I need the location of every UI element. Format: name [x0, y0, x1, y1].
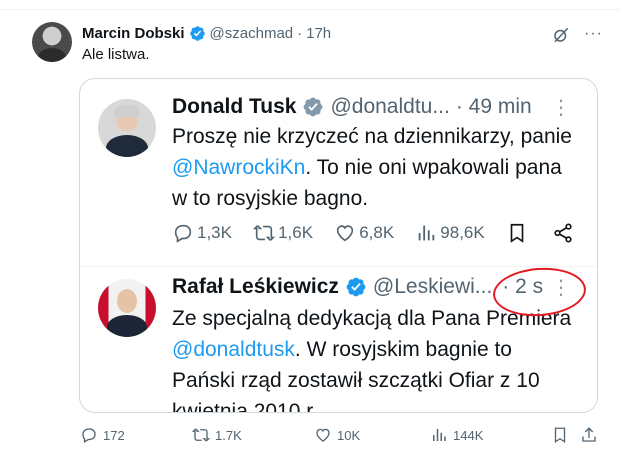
- action-bar: 1,3K 1,6K 6,8K 98,6K: [172, 221, 577, 245]
- like-count: 6,8K: [359, 223, 395, 242]
- avatar[interactable]: [98, 279, 156, 337]
- reply-button[interactable]: 172: [80, 426, 125, 444]
- bookmark-icon: [510, 223, 524, 243]
- heart-icon: [316, 428, 330, 442]
- tweet-text-part: Proszę nie krzyczeć na dziennikarzy, pan…: [172, 125, 572, 148]
- tweet-text: Ale listwa.: [82, 46, 150, 63]
- mention-link[interactable]: @NawrockiKn: [172, 156, 305, 179]
- author-name[interactable]: Donald Tusk: [172, 95, 296, 119]
- bookmark-button[interactable]: [506, 222, 531, 244]
- repost-button[interactable]: 1,6K: [253, 222, 313, 244]
- quote-card[interactable]: Donald Tusk @donaldtu... · 49 min ⋮ Pros…: [79, 78, 598, 413]
- views-button[interactable]: 144K: [430, 426, 483, 444]
- heart-icon: [337, 225, 354, 242]
- author-handle[interactable]: @Leskiewi...: [373, 275, 492, 299]
- avatar[interactable]: [32, 22, 72, 62]
- reply-button[interactable]: 1,3K: [172, 222, 232, 244]
- reply-count: 172: [103, 427, 125, 443]
- share-button[interactable]: [580, 426, 603, 444]
- repost-button[interactable]: 1.7K: [192, 426, 242, 444]
- like-count: 10K: [337, 427, 361, 443]
- repost-count: 1,6K: [278, 223, 314, 242]
- share-button[interactable]: [552, 222, 577, 244]
- views-button[interactable]: 98,6K: [415, 222, 485, 244]
- top-divider: [0, 9, 620, 10]
- share-icon: [554, 223, 572, 243]
- reply-count: 1,3K: [197, 223, 232, 242]
- action-bar: 172 1.7K 10K 144K: [80, 426, 600, 448]
- verified-badge-icon: [346, 277, 366, 297]
- tweet-text: Ze specjalną dedykacją dla Pana Premiera…: [172, 303, 572, 412]
- verified-badge-icon: [189, 25, 205, 41]
- repost-count: 1.7K: [215, 427, 242, 443]
- divider: [80, 266, 597, 267]
- views-icon: [418, 225, 435, 241]
- mention-link[interactable]: @donaldtusk: [172, 338, 295, 361]
- tweet-header: Marcin Dobski @szachmad · 17h: [82, 23, 331, 43]
- share-upload-icon: [582, 427, 596, 442]
- bookmark-icon: [554, 427, 566, 444]
- tweet-header: Rafał Leśkiewicz @Leskiewi... · 2 s: [172, 273, 543, 301]
- more-options-icon[interactable]: ⋮: [551, 95, 571, 120]
- like-button[interactable]: 6,8K: [334, 222, 394, 244]
- views-count: 144K: [453, 427, 484, 443]
- like-button[interactable]: 10K: [314, 426, 360, 444]
- bookmark-button[interactable]: [551, 426, 574, 444]
- repost-icon: [192, 428, 210, 442]
- author-name[interactable]: Marcin Dobski: [82, 25, 185, 42]
- avatar[interactable]: [98, 99, 156, 157]
- verified-badge-icon: [304, 97, 323, 117]
- author-name[interactable]: Rafał Leśkiewicz: [172, 275, 339, 299]
- reply-icon: [174, 224, 192, 243]
- repost-icon: [253, 225, 276, 241]
- tweet-header: Donald Tusk @donaldtu... · 49 min: [172, 93, 532, 121]
- grok-icon[interactable]: [552, 26, 570, 44]
- time-separator: ·: [297, 24, 303, 42]
- views-icon: [433, 429, 446, 441]
- more-options-icon[interactable]: ···: [584, 25, 603, 43]
- views-count: 98,6K: [440, 223, 485, 242]
- tweet-time[interactable]: · 49 min: [456, 95, 532, 119]
- author-handle[interactable]: @donaldtu...: [330, 95, 449, 119]
- reply-icon: [82, 428, 96, 443]
- tweet-time[interactable]: 17h: [306, 25, 331, 42]
- author-handle[interactable]: @szachmad: [210, 25, 294, 42]
- tweet-text: Proszę nie krzyczeć na dziennikarzy, pan…: [172, 121, 572, 214]
